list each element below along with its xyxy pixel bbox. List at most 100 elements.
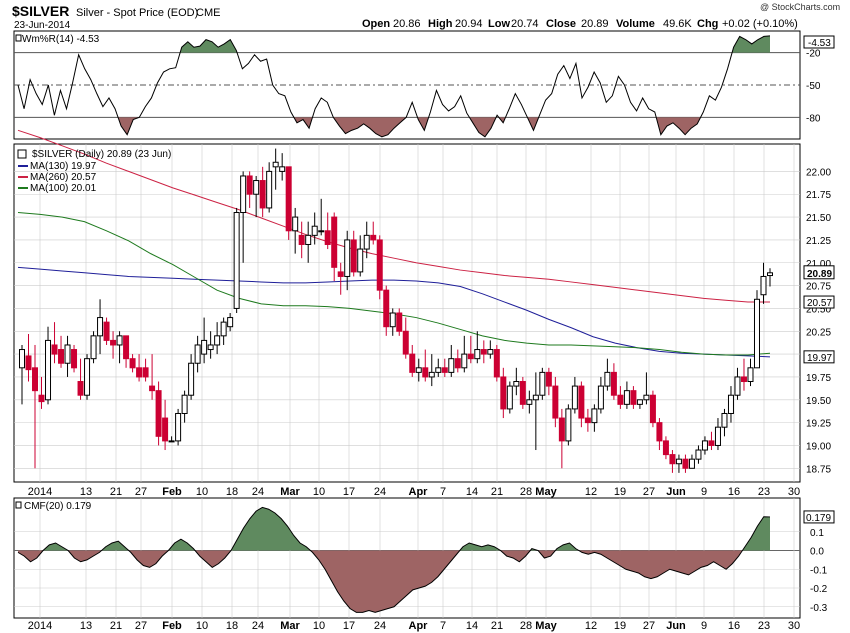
candle-body (513, 381, 520, 387)
candle-body (597, 385, 604, 410)
x-axis-tick-label: Feb (162, 486, 182, 498)
x-axis-tick-label: 23 (758, 486, 770, 498)
candle-body (480, 349, 487, 355)
candle-body (77, 381, 84, 396)
candle-body (383, 289, 390, 328)
candle-body (259, 180, 266, 209)
candle-body (396, 312, 403, 332)
candle-body (285, 166, 292, 232)
candle-body (168, 440, 175, 443)
candle-body (545, 371, 552, 387)
candle-body (376, 239, 383, 291)
x-axis-tick-label: 21 (110, 486, 122, 498)
candle-body (38, 394, 45, 403)
candle-body (149, 385, 156, 392)
low-value: 20.74 (511, 18, 539, 30)
candle-body (441, 367, 448, 373)
candle-body (266, 170, 273, 209)
candle-body (279, 166, 286, 172)
chart-date: 23-Jun-2014 (14, 20, 71, 31)
symbol-description: Silver - Spot Price (EOD) (76, 7, 198, 19)
high-label: High (428, 18, 453, 30)
x-axis-tick-label: 14 (466, 486, 478, 498)
candle-body (201, 339, 208, 355)
ma130-value-label: 19.97 (807, 353, 832, 364)
x-axis-tick-label: 18 (226, 620, 238, 632)
silver-chart: $SILVER Silver - Spot Price (EOD) CME @ … (12, 2, 840, 632)
x-axis-tick-label: 10 (196, 486, 208, 498)
x-axis-tick-label: Jun (666, 620, 686, 632)
x-axis-tick-label: 28 (520, 486, 532, 498)
x-axis-price: 2014 13 21 27 Feb 10 18 24 Mar 10 17 24 Apr 7 14 21 28 Ma… (28, 486, 800, 498)
candle-body (467, 353, 474, 360)
price-ytick-label: 21.75 (806, 190, 831, 201)
x-axis-tick-label: 21 (491, 620, 503, 632)
candle-body (591, 408, 598, 424)
candle-body (32, 367, 39, 392)
candle-body (487, 349, 494, 355)
candle-body (571, 385, 578, 410)
x-axis-tick-label: 7 (440, 486, 446, 498)
x-axis-tick-label: 17 (343, 486, 355, 498)
candle-body (129, 358, 136, 369)
candle-body (578, 385, 585, 419)
candle-body (337, 271, 344, 277)
x-axis-tick-label: 2014 (28, 486, 52, 498)
x-axis-cmf: 2014 13 21 27 Feb 10 18 24 Mar 10 17 24 Apr 7 14 21 28 Ma… (28, 620, 800, 632)
stockcharts-credit: @ StockCharts.com (760, 2, 840, 12)
x-axis-tick-label: 12 (585, 620, 597, 632)
x-axis-tick-label: 19 (614, 620, 626, 632)
close-value: 20.89 (581, 18, 609, 30)
candle-body (402, 330, 409, 355)
candle-body (220, 321, 227, 337)
candle-body (753, 298, 760, 369)
candle-body (103, 321, 110, 341)
candle-body (734, 376, 741, 396)
volume-value: 49.6K (663, 18, 692, 30)
cmf-ytick-label: -0.2 (810, 584, 828, 595)
price-ytick-label: 21.25 (806, 236, 831, 247)
x-axis-tick-label: 18 (226, 486, 238, 498)
candle-body (409, 353, 416, 373)
x-axis-tick-label: 28 (520, 620, 532, 632)
candle-body (643, 394, 650, 401)
candle-body (162, 417, 169, 442)
candle-body (64, 344, 71, 364)
x-axis-tick-label: 7 (440, 620, 446, 632)
candle-body (292, 216, 299, 232)
candle-body (25, 355, 32, 371)
candle-body (461, 353, 468, 369)
candle-body (324, 230, 331, 245)
x-axis-tick-label: Apr (409, 486, 429, 498)
price-ytick-label: 20.25 (806, 327, 831, 338)
price-ytick-label: 20.75 (806, 282, 831, 293)
price-ytick-label: 21.50 (806, 213, 831, 224)
change-value: +0.02 (+0.10%) (722, 18, 798, 30)
candle-body (246, 175, 253, 195)
wr-ytick-label: -50 (806, 81, 821, 92)
candle-body (194, 344, 201, 364)
cmf-ytick-label: -0.3 (810, 603, 828, 614)
candle-body (175, 412, 182, 442)
x-axis-tick-label: 16 (728, 620, 740, 632)
price-ytick-label: 19.50 (806, 396, 831, 407)
candle-body (519, 381, 526, 405)
cmf-legend: CMF(20) 0.179 (24, 501, 92, 512)
candle-body (558, 417, 565, 442)
x-axis-tick-label: 10 (196, 620, 208, 632)
price-ytick-label: 19.75 (806, 373, 831, 384)
price-title: $SILVER (Daily) 20.89 (23 Jun) (32, 149, 171, 160)
x-axis-tick-label: 23 (758, 620, 770, 632)
x-axis-tick-label: 13 (80, 486, 92, 498)
candle-body (350, 239, 357, 273)
candle-body (623, 390, 630, 405)
candle-body (701, 440, 708, 451)
candle-body (565, 408, 572, 442)
cmf-ytick-label: 0.1 (810, 528, 824, 539)
x-axis-tick-label: May (535, 620, 557, 632)
x-axis-tick-label: 14 (466, 620, 478, 632)
candle-body (721, 412, 728, 428)
candle-body (272, 161, 279, 168)
x-axis-tick-label: 27 (643, 486, 655, 498)
x-axis-tick-label: 2014 (28, 620, 52, 632)
